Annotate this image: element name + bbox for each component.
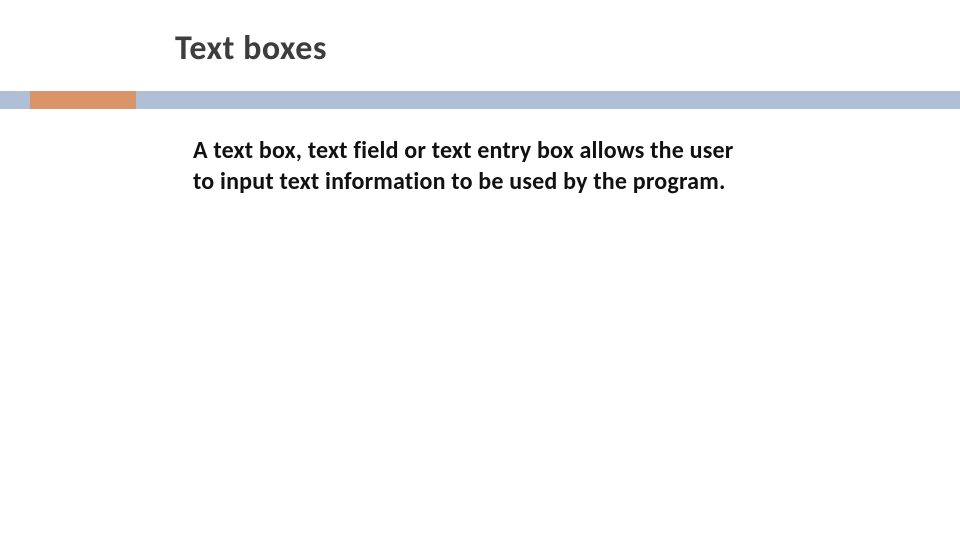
slide-title: Text boxes — [175, 28, 327, 69]
slide-body-text: A text box, text field or text entry box… — [193, 136, 753, 197]
divider-bar — [0, 91, 960, 109]
divider-accent — [30, 91, 136, 109]
slide-container: Text boxes A text box, text field or tex… — [0, 0, 960, 540]
